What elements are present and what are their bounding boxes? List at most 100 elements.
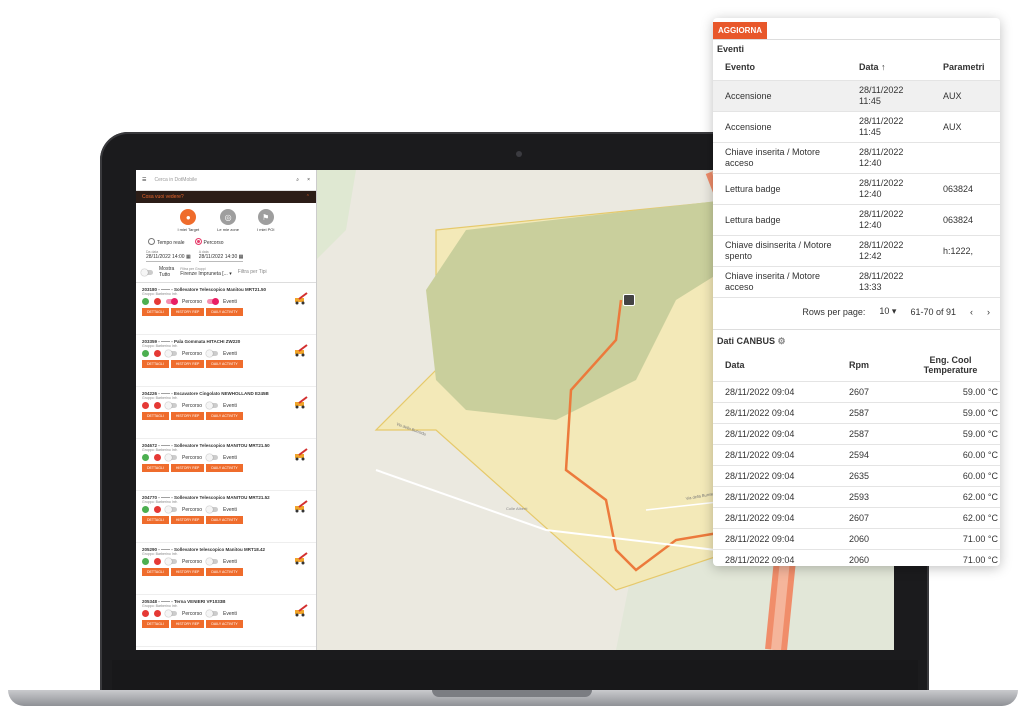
- history-button[interactable]: HISTORY REP: [170, 412, 205, 420]
- history-button[interactable]: HISTORY REP: [170, 308, 205, 316]
- details-button[interactable]: DETTAGLI: [142, 568, 169, 576]
- vehicle-type-icon: [295, 344, 308, 357]
- radio-realtime[interactable]: Tempo reale: [148, 238, 185, 246]
- daily-activity-button[interactable]: DAILY ACTIVITY: [206, 360, 243, 368]
- vehicle-item[interactable]: 203359 - —— - Pala Gommata HITACHI ZW220…: [136, 335, 316, 387]
- events-toggle[interactable]: [206, 506, 219, 513]
- details-button[interactable]: DETTAGLI: [142, 360, 169, 368]
- event-name: Lettura badge: [713, 173, 847, 205]
- show-all-toggle[interactable]: [141, 268, 153, 276]
- canbus-row[interactable]: 28/11/2022 09:04 2587 59.00 °C: [713, 423, 1000, 445]
- daily-activity-button[interactable]: DAILY ACTIVITY: [206, 516, 243, 524]
- vehicle-item[interactable]: 205290 - —— - Sollevatore telescopico Ma…: [136, 543, 316, 595]
- route-toggle[interactable]: [165, 402, 177, 409]
- history-button[interactable]: HISTORY REP: [170, 464, 205, 472]
- route-toggle[interactable]: [165, 558, 177, 565]
- history-button[interactable]: HISTORY REP: [170, 516, 205, 524]
- daily-activity-button[interactable]: DAILY ACTIVITY: [206, 308, 243, 316]
- event-row[interactable]: Chiave inserita / Motore acceso 28/11/20…: [713, 142, 1000, 174]
- col-parametri[interactable]: Parametri: [931, 54, 1000, 81]
- events-toggle[interactable]: [206, 610, 219, 617]
- targets-button[interactable]: ● I miei Target: [177, 209, 199, 232]
- close-icon[interactable]: ×: [307, 177, 310, 183]
- to-date-field[interactable]: A data 28/11/2022 14:30 ▦: [198, 250, 244, 262]
- vehicle-group: Gruppo: Barberino Infr.: [142, 292, 178, 296]
- laptop-notch: [432, 690, 592, 697]
- route-toggle[interactable]: [165, 610, 177, 617]
- prev-page-icon[interactable]: ‹: [970, 307, 973, 317]
- history-button[interactable]: HISTORY REP: [170, 360, 205, 368]
- rows-per-page-select[interactable]: 10 ▾: [879, 306, 896, 317]
- menu-icon[interactable]: ☰: [142, 177, 146, 183]
- vehicle-item[interactable]: 204226 - —— - Escavatore Cingolato NEWHO…: [136, 387, 316, 439]
- search-icon[interactable]: ⌕: [296, 177, 299, 183]
- update-button[interactable]: AGGIORNA: [713, 22, 767, 39]
- daily-activity-button[interactable]: DAILY ACTIVITY: [206, 620, 243, 628]
- events-toggle[interactable]: [206, 350, 219, 357]
- route-label: Percorso: [182, 454, 203, 461]
- poi-button[interactable]: ⚑ I miei POI: [257, 209, 275, 232]
- events-toggle[interactable]: [207, 298, 220, 305]
- route-toggle[interactable]: [166, 298, 178, 305]
- history-button[interactable]: HISTORY REP: [170, 568, 205, 576]
- vehicle-item[interactable]: 204770 - —— - Sollevatore Telescopico MA…: [136, 491, 316, 543]
- canbus-row[interactable]: 28/11/2022 09:04 2587 59.00 °C: [713, 402, 1000, 424]
- event-row[interactable]: Lettura badge 28/11/2022 12:40 063824: [713, 173, 1000, 205]
- events-toggle[interactable]: [206, 558, 219, 565]
- event-row[interactable]: Lettura badge 28/11/2022 12:40 063824: [713, 204, 1000, 236]
- details-button[interactable]: DETTAGLI: [142, 412, 169, 420]
- search-input[interactable]: Cerca in DotMobile: [154, 177, 288, 183]
- zones-button[interactable]: ◎ Le mie zone: [217, 209, 239, 232]
- col-can-data[interactable]: Data: [713, 349, 837, 382]
- page-range: 61-70 of 91: [910, 306, 956, 317]
- history-button[interactable]: HISTORY REP: [170, 620, 205, 628]
- from-date-field[interactable]: Da data 28/11/2022 14:00 ▦: [146, 250, 191, 262]
- status-dot-icon: [142, 350, 149, 357]
- type-filter[interactable]: Filtra per Tipi: [238, 269, 267, 275]
- canbus-row[interactable]: 28/11/2022 09:04 2593 62.00 °C: [713, 486, 1000, 508]
- canbus-row[interactable]: 28/11/2022 09:04 2607 59.00 °C: [713, 381, 1000, 403]
- route-toggle[interactable]: [165, 506, 177, 513]
- route-label: Percorso: [182, 298, 203, 305]
- gear-icon[interactable]: ⚙: [778, 336, 786, 346]
- chevron-up-icon[interactable]: ⌃: [306, 194, 310, 200]
- details-button[interactable]: DETTAGLI: [142, 620, 169, 628]
- event-row[interactable]: Chiave inserita / Motore acceso 28/11/20…: [713, 266, 1000, 297]
- radio-route[interactable]: Percorso: [194, 238, 224, 246]
- question-bar[interactable]: Cosa vuoi vedere? ⌃: [136, 191, 316, 203]
- event-row[interactable]: Accensione 28/11/2022 11:45 AUX: [713, 111, 1000, 143]
- col-evento[interactable]: Evento: [713, 54, 847, 81]
- canbus-row[interactable]: 28/11/2022 09:04 2607 62.00 °C: [713, 507, 1000, 529]
- canbus-date: 28/11/2022 09:04: [713, 549, 837, 566]
- details-button[interactable]: DETTAGLI: [142, 464, 169, 472]
- vehicle-item[interactable]: 205348 - —— - Terna VENIERI VF1033B Grup…: [136, 595, 316, 647]
- route-toggle[interactable]: [165, 350, 177, 357]
- group-filter[interactable]: Filtra per Gruppi Firenze Impruneta [...…: [180, 267, 231, 277]
- canbus-row[interactable]: 28/11/2022 09:04 2060 71.00 °C: [713, 549, 1000, 566]
- vehicle-marker-icon[interactable]: [623, 294, 635, 306]
- daily-activity-button[interactable]: DAILY ACTIVITY: [206, 412, 243, 420]
- zones-label: Le mie zone: [217, 227, 239, 232]
- alert-dot-icon: [154, 402, 161, 409]
- canbus-row[interactable]: 28/11/2022 09:04 2060 71.00 °C: [713, 528, 1000, 550]
- canbus-row[interactable]: 28/11/2022 09:04 2594 60.00 °C: [713, 444, 1000, 466]
- details-button[interactable]: DETTAGLI: [142, 516, 169, 524]
- route-toggle[interactable]: [165, 454, 177, 461]
- event-row[interactable]: Accensione 28/11/2022 11:45 AUX: [713, 80, 1000, 112]
- next-page-icon[interactable]: ›: [987, 307, 990, 317]
- col-data[interactable]: Data ↑: [847, 54, 931, 81]
- event-row[interactable]: Chiave disinserita / Motore spento 28/11…: [713, 235, 1000, 267]
- daily-activity-button[interactable]: DAILY ACTIVITY: [206, 568, 243, 576]
- canbus-row[interactable]: 28/11/2022 09:04 2635 60.00 °C: [713, 465, 1000, 487]
- daily-activity-button[interactable]: DAILY ACTIVITY: [206, 464, 243, 472]
- col-can-rpm[interactable]: Rpm: [837, 349, 901, 382]
- vehicle-item[interactable]: 203180 - —— - Sollevatore Telescopico Ma…: [136, 283, 316, 335]
- canbus-rpm: 2607: [837, 381, 901, 403]
- canbus-rpm: 2594: [837, 444, 901, 466]
- details-button[interactable]: DETTAGLI: [142, 308, 169, 316]
- canbus-temp: 60.00 °C: [901, 444, 1000, 466]
- vehicle-item[interactable]: 204672 - —— - Sollevatore Telescopico MA…: [136, 439, 316, 491]
- col-can-temp[interactable]: Eng. Cool Temperature: [901, 349, 1000, 382]
- events-toggle[interactable]: [206, 402, 219, 409]
- events-toggle[interactable]: [206, 454, 219, 461]
